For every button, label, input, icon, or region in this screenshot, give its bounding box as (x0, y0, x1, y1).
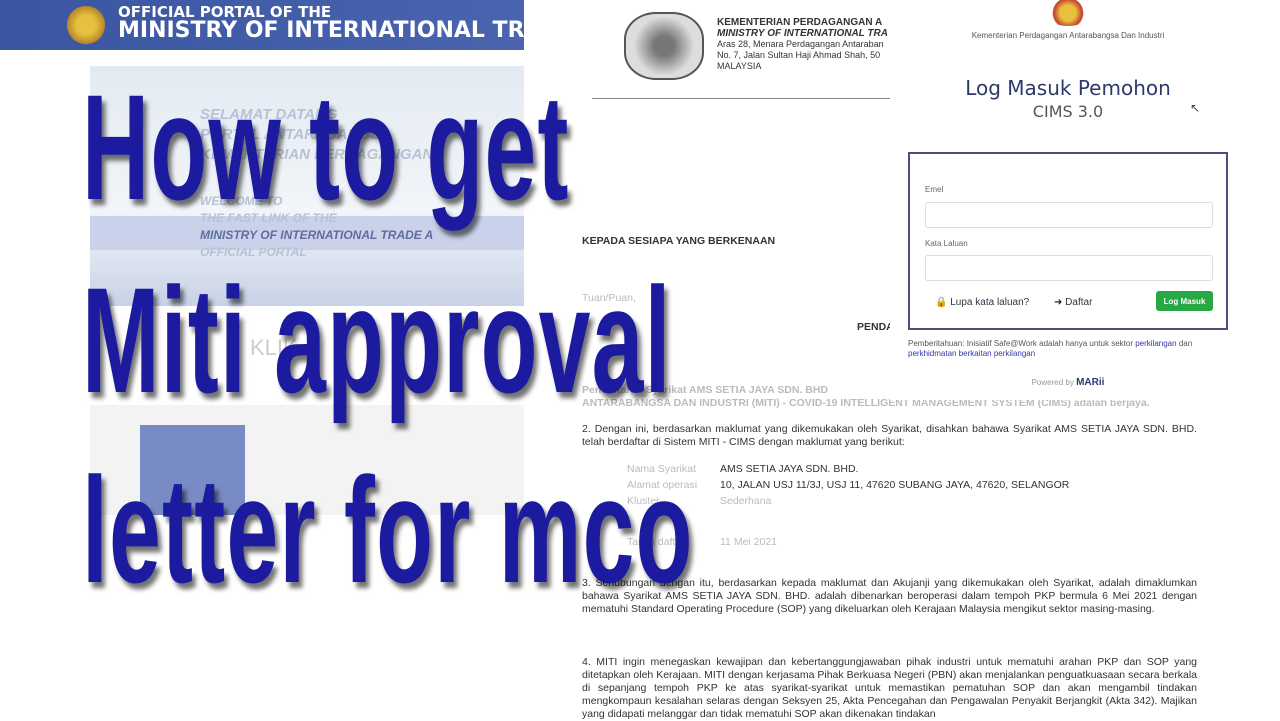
letterhead-line: No. 7, Jalan Sultan Haji Ahmad Shah, 50 (717, 50, 881, 60)
coat-of-arms-icon (62, 5, 110, 45)
portal-header: OFFICIAL PORTAL OF THE MINISTRY OF INTER… (0, 0, 524, 50)
letterhead-line: MALAYSIA (717, 61, 762, 71)
powered-by: Powered by MARii (890, 377, 1246, 388)
notice-text: Pemberitahuan: Inisiatif Safe@Work adala… (908, 339, 1228, 359)
ministry-name: Kementerian Perdagangan Antarabangsa Dan… (971, 31, 1165, 40)
password-input[interactable] (925, 255, 1213, 281)
field-value: 10, JALAN USJ 11/3J, USJ 11, 47620 SUBAN… (720, 479, 1070, 491)
field-value: AMS SETIA JAYA SDN. BHD. (720, 463, 859, 475)
login-title: Log Masuk Pemohon (965, 76, 1171, 100)
register-label: Daftar (1065, 297, 1093, 308)
portal-header-line2: MINISTRY OF INTERNATIONAL TRADE (118, 18, 524, 43)
letterhead-line: KEMENTERIAN PERDAGANGAN A (717, 17, 883, 28)
letter-p4: 4. MITI ingin menegaskan kewajipan dan k… (582, 656, 1197, 720)
lock-icon: 🔒 (935, 297, 948, 308)
title-line-2: Miti approval (82, 256, 672, 424)
notice-link-manufacturing[interactable]: perkilangan (1135, 339, 1176, 348)
notice-and: dan (1176, 339, 1193, 348)
notice-body: Pemberitahuan: Inisiatif Safe@Work adala… (908, 339, 1136, 348)
letter-letterhead: KEMENTERIAN PERDAGANGAN A MINISTRY OF IN… (717, 17, 888, 72)
field-value: Sederhana (720, 495, 772, 507)
title-line-1: How to get (82, 63, 570, 231)
letterhead-line: Aras 28, Menara Perdagangan Antaraban (717, 39, 884, 49)
title-line-3: letter for mco (82, 446, 694, 614)
coat-of-arms-icon (624, 12, 704, 80)
coat-of-arms-icon (1045, 0, 1091, 26)
forgot-password-label: Lupa kata laluan? (950, 297, 1030, 308)
field-value: 11 Mei 2021 (720, 536, 778, 548)
powered-by-label: Powered by (1031, 378, 1074, 387)
password-label: Kata Laluan (925, 239, 968, 248)
cims-login-screen: Kementerian Perdagangan Antarabangsa Dan… (890, 0, 1280, 400)
divider (592, 98, 890, 99)
mouse-cursor-icon: ↖ (1190, 101, 1201, 115)
arrow-circle-right-icon: ➜ (1054, 297, 1063, 308)
register-link[interactable]: ➜ Daftar (1054, 297, 1092, 308)
email-label: Emel (925, 185, 944, 194)
notice-link-services[interactable]: perkhidmatan berkaitan perkilangan (908, 349, 1035, 358)
login-button[interactable]: Log Masuk (1156, 291, 1213, 311)
forgot-password-link[interactable]: 🔒 Lupa kata laluan? (935, 297, 1029, 308)
letterhead-line: MINISTRY OF INTERNATIONAL TRA (717, 28, 888, 39)
login-form: Emel Kata Laluan 🔒 Lupa kata laluan? ➜ D… (908, 152, 1228, 330)
email-input[interactable] (925, 202, 1213, 228)
marii-logo: MARii (1076, 377, 1105, 388)
